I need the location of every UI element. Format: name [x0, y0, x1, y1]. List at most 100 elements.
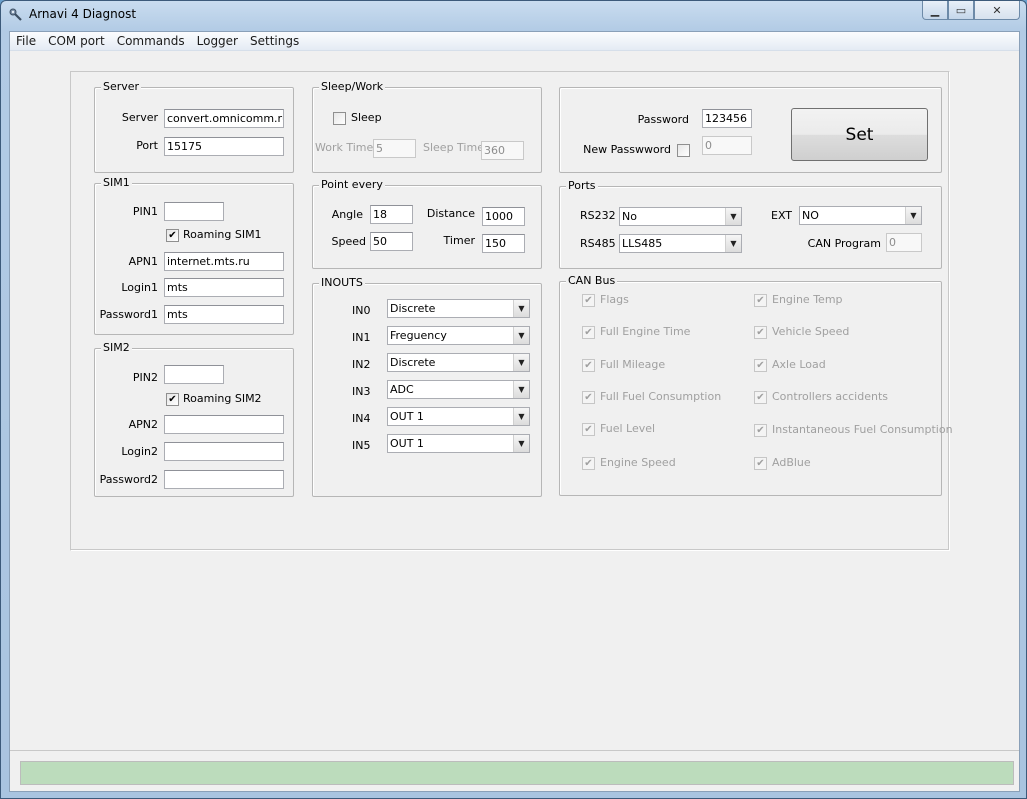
ext-select[interactable]: NO ▼ [799, 206, 922, 225]
menu-com-port[interactable]: COM port [42, 32, 111, 51]
in4-select[interactable]: OUT 1 ▼ [387, 407, 530, 426]
roaming-sim2-label: Roaming SIM2 [183, 392, 262, 405]
in5-value: OUT 1 [390, 437, 424, 450]
inouts-group: INOUTS IN0 Discrete ▼ IN1 Freguency ▼ IN2 … [312, 276, 542, 497]
point-every-group: Point every Angle 18 Distance 1000 Speed… [312, 178, 542, 269]
speed-label: Speed [331, 235, 366, 248]
in1-value: Freguency [390, 329, 447, 342]
chevron-down-icon: ▼ [905, 207, 921, 224]
in3-value: ADC [390, 383, 414, 396]
in2-select[interactable]: Discrete ▼ [387, 353, 530, 372]
instantaneous-fuel-consumption-label: Instantaneous Fuel Consumption [772, 423, 953, 436]
apn2-label: APN2 [128, 418, 158, 431]
pin1-input[interactable] [164, 202, 224, 221]
chevron-down-icon: ▼ [513, 408, 529, 425]
menu-commands[interactable]: Commands [111, 32, 191, 51]
apn2-input[interactable] [164, 415, 284, 434]
minimize-icon: ▁ [930, 3, 940, 17]
progress-fill [21, 762, 1013, 784]
menu-logger[interactable]: Logger [191, 32, 244, 51]
ports-group-title: Ports [566, 179, 598, 193]
full-engine-time-label: Full Engine Time [600, 325, 691, 338]
flags-label: Flags [600, 293, 629, 306]
port-input[interactable]: 15175 [164, 137, 284, 156]
title-bar[interactable]: Arnavi 4 Diagnost ▁ ▭ ✕ [1, 1, 1026, 29]
axle-load-checkbox[interactable]: ✔ [754, 359, 767, 372]
timer-input[interactable]: 150 [482, 234, 525, 253]
maximize-icon: ▭ [955, 3, 967, 17]
new-password-input[interactable]: 0 [702, 136, 752, 155]
status-bar [10, 750, 1019, 793]
rs485-value: LLS485 [622, 237, 663, 250]
menu-file[interactable]: File [10, 32, 42, 51]
sleep-checkbox[interactable] [333, 112, 346, 125]
fuel-level-label: Fuel Level [600, 422, 656, 435]
work-time-input[interactable]: 5 [373, 139, 416, 158]
sim1-group: SIM1 PIN1 ✔ Roaming SIM1 APN1 internet.m… [94, 176, 294, 335]
distance-input[interactable]: 1000 [482, 207, 525, 226]
engine-temp-checkbox[interactable]: ✔ [754, 294, 767, 307]
server-input[interactable]: convert.omnicomm.ru [164, 109, 284, 128]
sleep-work-group-title: Sleep/Work [319, 80, 386, 94]
apn1-label: APN1 [128, 255, 158, 268]
in1-select[interactable]: Freguency ▼ [387, 326, 530, 345]
login2-input[interactable] [164, 442, 284, 461]
rs485-select[interactable]: LLS485 ▼ [619, 234, 742, 253]
set-button[interactable]: Set [791, 108, 928, 161]
password2-input[interactable] [164, 470, 284, 489]
close-button[interactable]: ✕ [974, 1, 1020, 20]
can-program-label: CAN Program [807, 237, 881, 250]
login1-input[interactable]: mts [164, 278, 284, 297]
point-every-group-title: Point every [319, 178, 385, 192]
window-title: Arnavi 4 Diagnost [29, 7, 137, 21]
login2-label: Login2 [121, 445, 158, 458]
sim2-group-title: SIM2 [101, 341, 132, 355]
pin2-input[interactable] [164, 365, 224, 384]
menu-settings[interactable]: Settings [244, 32, 305, 51]
fuel-level-checkbox[interactable]: ✔ [582, 423, 595, 436]
angle-input[interactable]: 18 [370, 205, 413, 224]
work-time-label: Work Time [315, 141, 374, 154]
flags-checkbox[interactable]: ✔ [582, 294, 595, 307]
new-password-checkbox[interactable] [677, 144, 690, 157]
full-mileage-checkbox[interactable]: ✔ [582, 359, 595, 372]
roaming-sim1-checkbox[interactable]: ✔ [166, 229, 179, 242]
minimize-button[interactable]: ▁ [922, 1, 948, 20]
chevron-down-icon: ▼ [513, 300, 529, 317]
angle-label: Angle [331, 208, 363, 221]
chevron-down-icon: ▼ [513, 381, 529, 398]
can-bus-group: CAN Bus ✔ Flags ✔ Engine Temp ✔ Full Eng… [559, 274, 953, 496]
vehicle-speed-label: Vehicle Speed [772, 325, 850, 338]
chevron-down-icon: ▼ [725, 235, 741, 252]
sim2-group: SIM2 PIN2 ✔ Roaming SIM2 APN2 Login2 Pas… [94, 341, 294, 497]
in5-select[interactable]: OUT 1 ▼ [387, 434, 530, 453]
sleep-time-label: Sleep Time [423, 141, 484, 154]
can-program-input[interactable]: 0 [886, 233, 922, 252]
maximize-button[interactable]: ▭ [948, 1, 974, 20]
in3-select[interactable]: ADC ▼ [387, 380, 530, 399]
rs232-select[interactable]: No ▼ [619, 207, 742, 226]
close-icon: ✕ [992, 3, 1002, 17]
client-area: File COM port Commands Logger Settings S… [9, 31, 1020, 792]
speed-input[interactable]: 50 [370, 232, 413, 251]
engine-speed-checkbox[interactable]: ✔ [582, 457, 595, 470]
rs232-value: No [622, 210, 637, 223]
port-label: Port [136, 139, 158, 152]
in0-select[interactable]: Discrete ▼ [387, 299, 530, 318]
adblue-checkbox[interactable]: ✔ [754, 457, 767, 470]
password-input[interactable]: 123456 [702, 109, 752, 128]
roaming-sim2-checkbox[interactable]: ✔ [166, 393, 179, 406]
controllers-accidents-checkbox[interactable]: ✔ [754, 391, 767, 404]
full-fuel-consumption-checkbox[interactable]: ✔ [582, 391, 595, 404]
apn1-input[interactable]: internet.mts.ru [164, 252, 284, 271]
pin1-label: PIN1 [132, 205, 158, 218]
password1-input[interactable]: mts [164, 305, 284, 324]
can-bus-group-title: CAN Bus [566, 274, 618, 288]
sim1-group-title: SIM1 [101, 176, 132, 190]
instantaneous-fuel-consumption-checkbox[interactable]: ✔ [754, 424, 767, 437]
sleep-time-input[interactable]: 360 [481, 141, 524, 160]
rs232-label: RS232 [580, 209, 616, 222]
full-engine-time-checkbox[interactable]: ✔ [582, 326, 595, 339]
vehicle-speed-checkbox[interactable]: ✔ [754, 326, 767, 339]
in5-label: IN5 [352, 439, 371, 452]
